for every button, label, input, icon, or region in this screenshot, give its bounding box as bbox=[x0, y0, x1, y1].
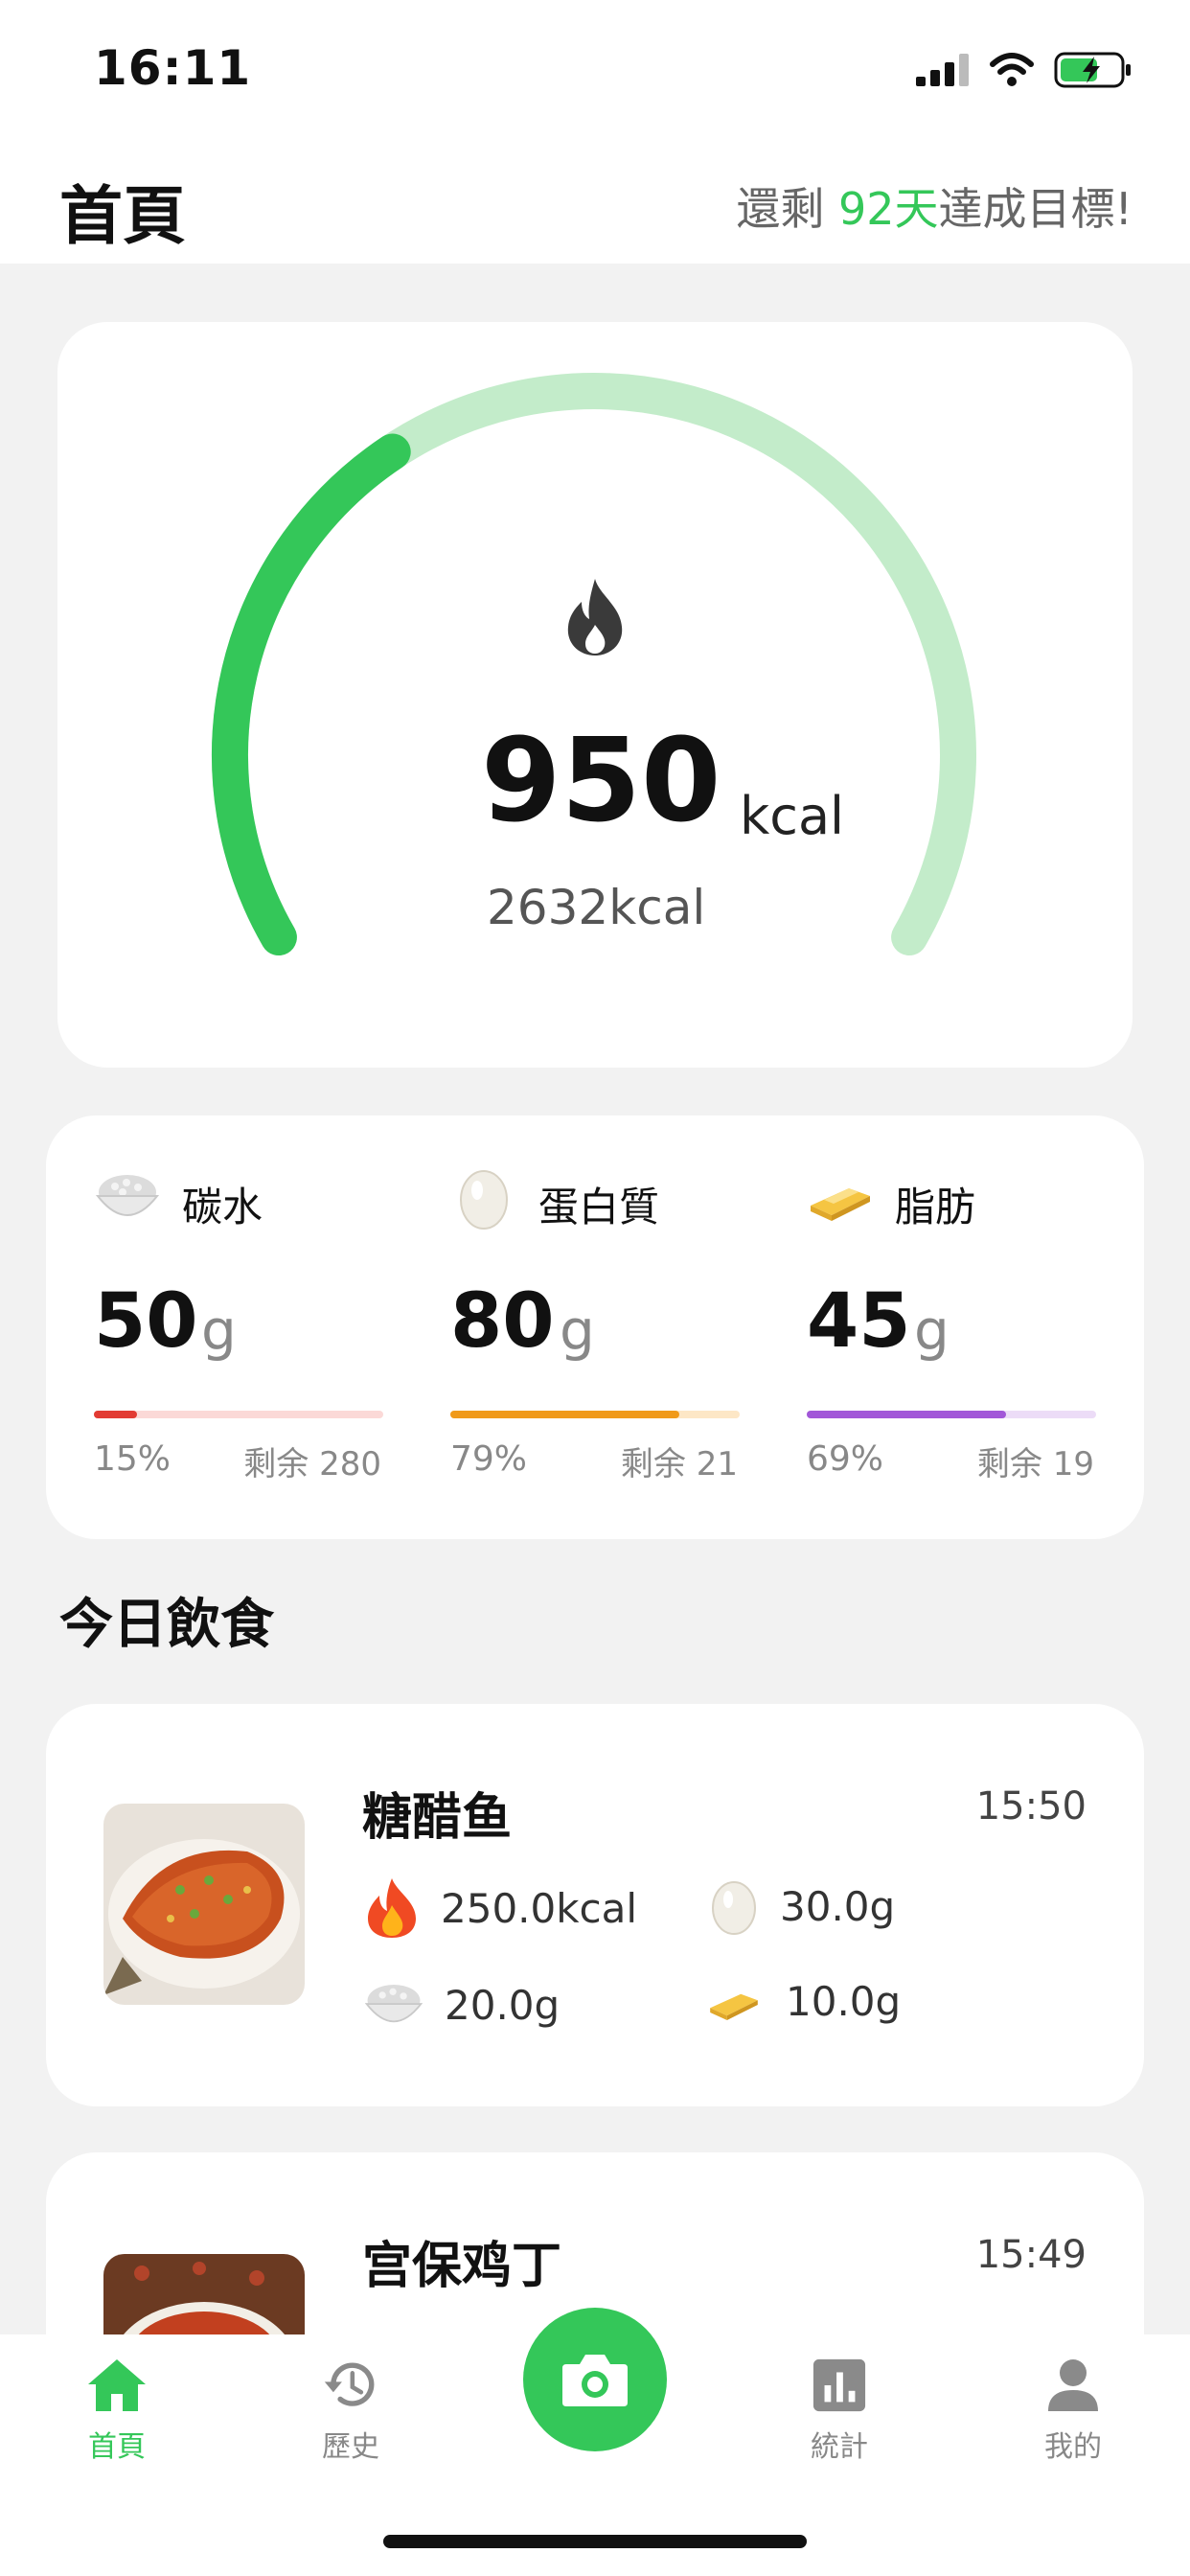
macro-unit: g bbox=[914, 1298, 950, 1363]
macro-unit: g bbox=[201, 1298, 237, 1363]
meal-carbs: 20.0g bbox=[362, 1974, 560, 2036]
tab-label: 統計 bbox=[811, 2430, 868, 2464]
macro-value: 50 bbox=[94, 1278, 198, 1365]
header: 首頁 還剩 92天達成目標! bbox=[0, 144, 1190, 264]
home-indicator bbox=[383, 2535, 807, 2548]
history-icon bbox=[324, 2362, 375, 2406]
macro-percent: 79% bbox=[450, 1439, 528, 1479]
macro-progress-track bbox=[450, 1411, 740, 1418]
bar-chart-icon bbox=[812, 2358, 866, 2412]
signal-icon bbox=[916, 54, 969, 86]
goal-days-unit: 天 bbox=[894, 183, 939, 235]
meal-fat: 10.0g bbox=[701, 1974, 901, 2028]
meal-protein: 30.0g bbox=[707, 1876, 895, 1936]
calorie-gauge bbox=[212, 373, 976, 955]
meal-photo bbox=[103, 1804, 305, 2005]
macro-remaining: 剩余 21 bbox=[620, 1445, 738, 1484]
calories-target: 2632kcal bbox=[487, 880, 706, 935]
meal-time: 15:50 bbox=[975, 1784, 1087, 1828]
meal-carbs-value: 20.0g bbox=[445, 1981, 561, 2029]
macro-progress-fill bbox=[807, 1411, 1007, 1418]
meal-kcal-value: 250.0kcal bbox=[441, 1884, 638, 1932]
macro-remaining: 剩余 19 bbox=[976, 1445, 1094, 1484]
meal-protein-value: 30.0g bbox=[780, 1882, 896, 1930]
tab-stats[interactable]: 統計 bbox=[772, 2358, 906, 2465]
meal-name: 宫保鸡丁 bbox=[362, 2238, 562, 2295]
macro-progress-track bbox=[807, 1411, 1096, 1418]
tab-home[interactable]: 首頁 bbox=[50, 2358, 184, 2465]
meal-name: 糖醋鱼 bbox=[362, 1789, 513, 1847]
macro-percent: 15% bbox=[94, 1439, 172, 1479]
camera-icon bbox=[562, 2355, 628, 2406]
calories-consumed: 950 bbox=[481, 715, 721, 848]
macro-progress-track bbox=[94, 1411, 383, 1418]
macros-card: 碳水 50 g 15% 剩余 280 蛋白質 80 g 79% 剩余 21 脂肪… bbox=[46, 1116, 1144, 1539]
macro-name: 碳水 bbox=[182, 1184, 263, 1230]
macro-name: 蛋白質 bbox=[538, 1184, 660, 1230]
egg-icon bbox=[460, 1170, 508, 1230]
meal-kcal: 250.0kcal bbox=[362, 1876, 637, 1940]
page-title: 首頁 bbox=[59, 179, 186, 253]
tab-label: 我的 bbox=[1044, 2430, 1102, 2464]
tab-me[interactable]: 我的 bbox=[1006, 2358, 1140, 2465]
camera-button[interactable] bbox=[523, 2308, 667, 2451]
rice-bowl-icon bbox=[364, 1984, 423, 2023]
battery-icon bbox=[1054, 52, 1131, 88]
user-icon bbox=[1048, 2359, 1098, 2411]
meal-card[interactable]: 糖醋鱼 15:50 250.0kcal 30.0g 20.0g 10.0g bbox=[46, 1704, 1144, 2106]
fire-icon bbox=[368, 1878, 416, 1938]
today-meals-title: 今日飲食 bbox=[59, 1594, 274, 1656]
macro-unit: g bbox=[560, 1298, 595, 1363]
macro-progress-fill bbox=[450, 1411, 679, 1418]
macro-progress-fill bbox=[94, 1411, 138, 1418]
goal-suffix: 達成目標! bbox=[938, 183, 1133, 235]
tab-label: 歷史 bbox=[322, 2430, 379, 2464]
macro-percent: 69% bbox=[807, 1439, 884, 1479]
butter-icon bbox=[811, 1188, 870, 1221]
macro-name: 脂肪 bbox=[895, 1184, 976, 1230]
gauge-fill bbox=[212, 433, 411, 955]
goal-prefix: 還剩 bbox=[736, 183, 838, 235]
macro-remaining: 剩余 280 bbox=[243, 1445, 381, 1484]
tab-history[interactable]: 歷史 bbox=[284, 2358, 418, 2465]
wifi-icon bbox=[990, 53, 1034, 86]
status-time: 16:11 bbox=[94, 40, 252, 96]
calorie-card: 950 kcal 2632kcal bbox=[57, 322, 1133, 1068]
goal-days: 92 bbox=[838, 183, 895, 235]
status-bar: 16:11 bbox=[0, 0, 1190, 144]
meal-fat-value: 10.0g bbox=[786, 1977, 902, 2025]
egg-icon bbox=[712, 1881, 756, 1935]
goal-countdown: 還剩 92天達成目標! bbox=[736, 174, 1133, 238]
home-icon bbox=[88, 2359, 146, 2411]
macro-value: 80 bbox=[450, 1278, 555, 1365]
rice-bowl-icon bbox=[95, 1175, 160, 1216]
tab-label: 首頁 bbox=[88, 2430, 146, 2464]
status-icons bbox=[916, 52, 1133, 88]
flame-icon bbox=[567, 579, 623, 656]
meal-time: 15:49 bbox=[975, 2233, 1087, 2277]
macro-value: 45 bbox=[807, 1278, 911, 1365]
calories-unit: kcal bbox=[740, 786, 845, 846]
butter-icon bbox=[710, 1993, 758, 2020]
